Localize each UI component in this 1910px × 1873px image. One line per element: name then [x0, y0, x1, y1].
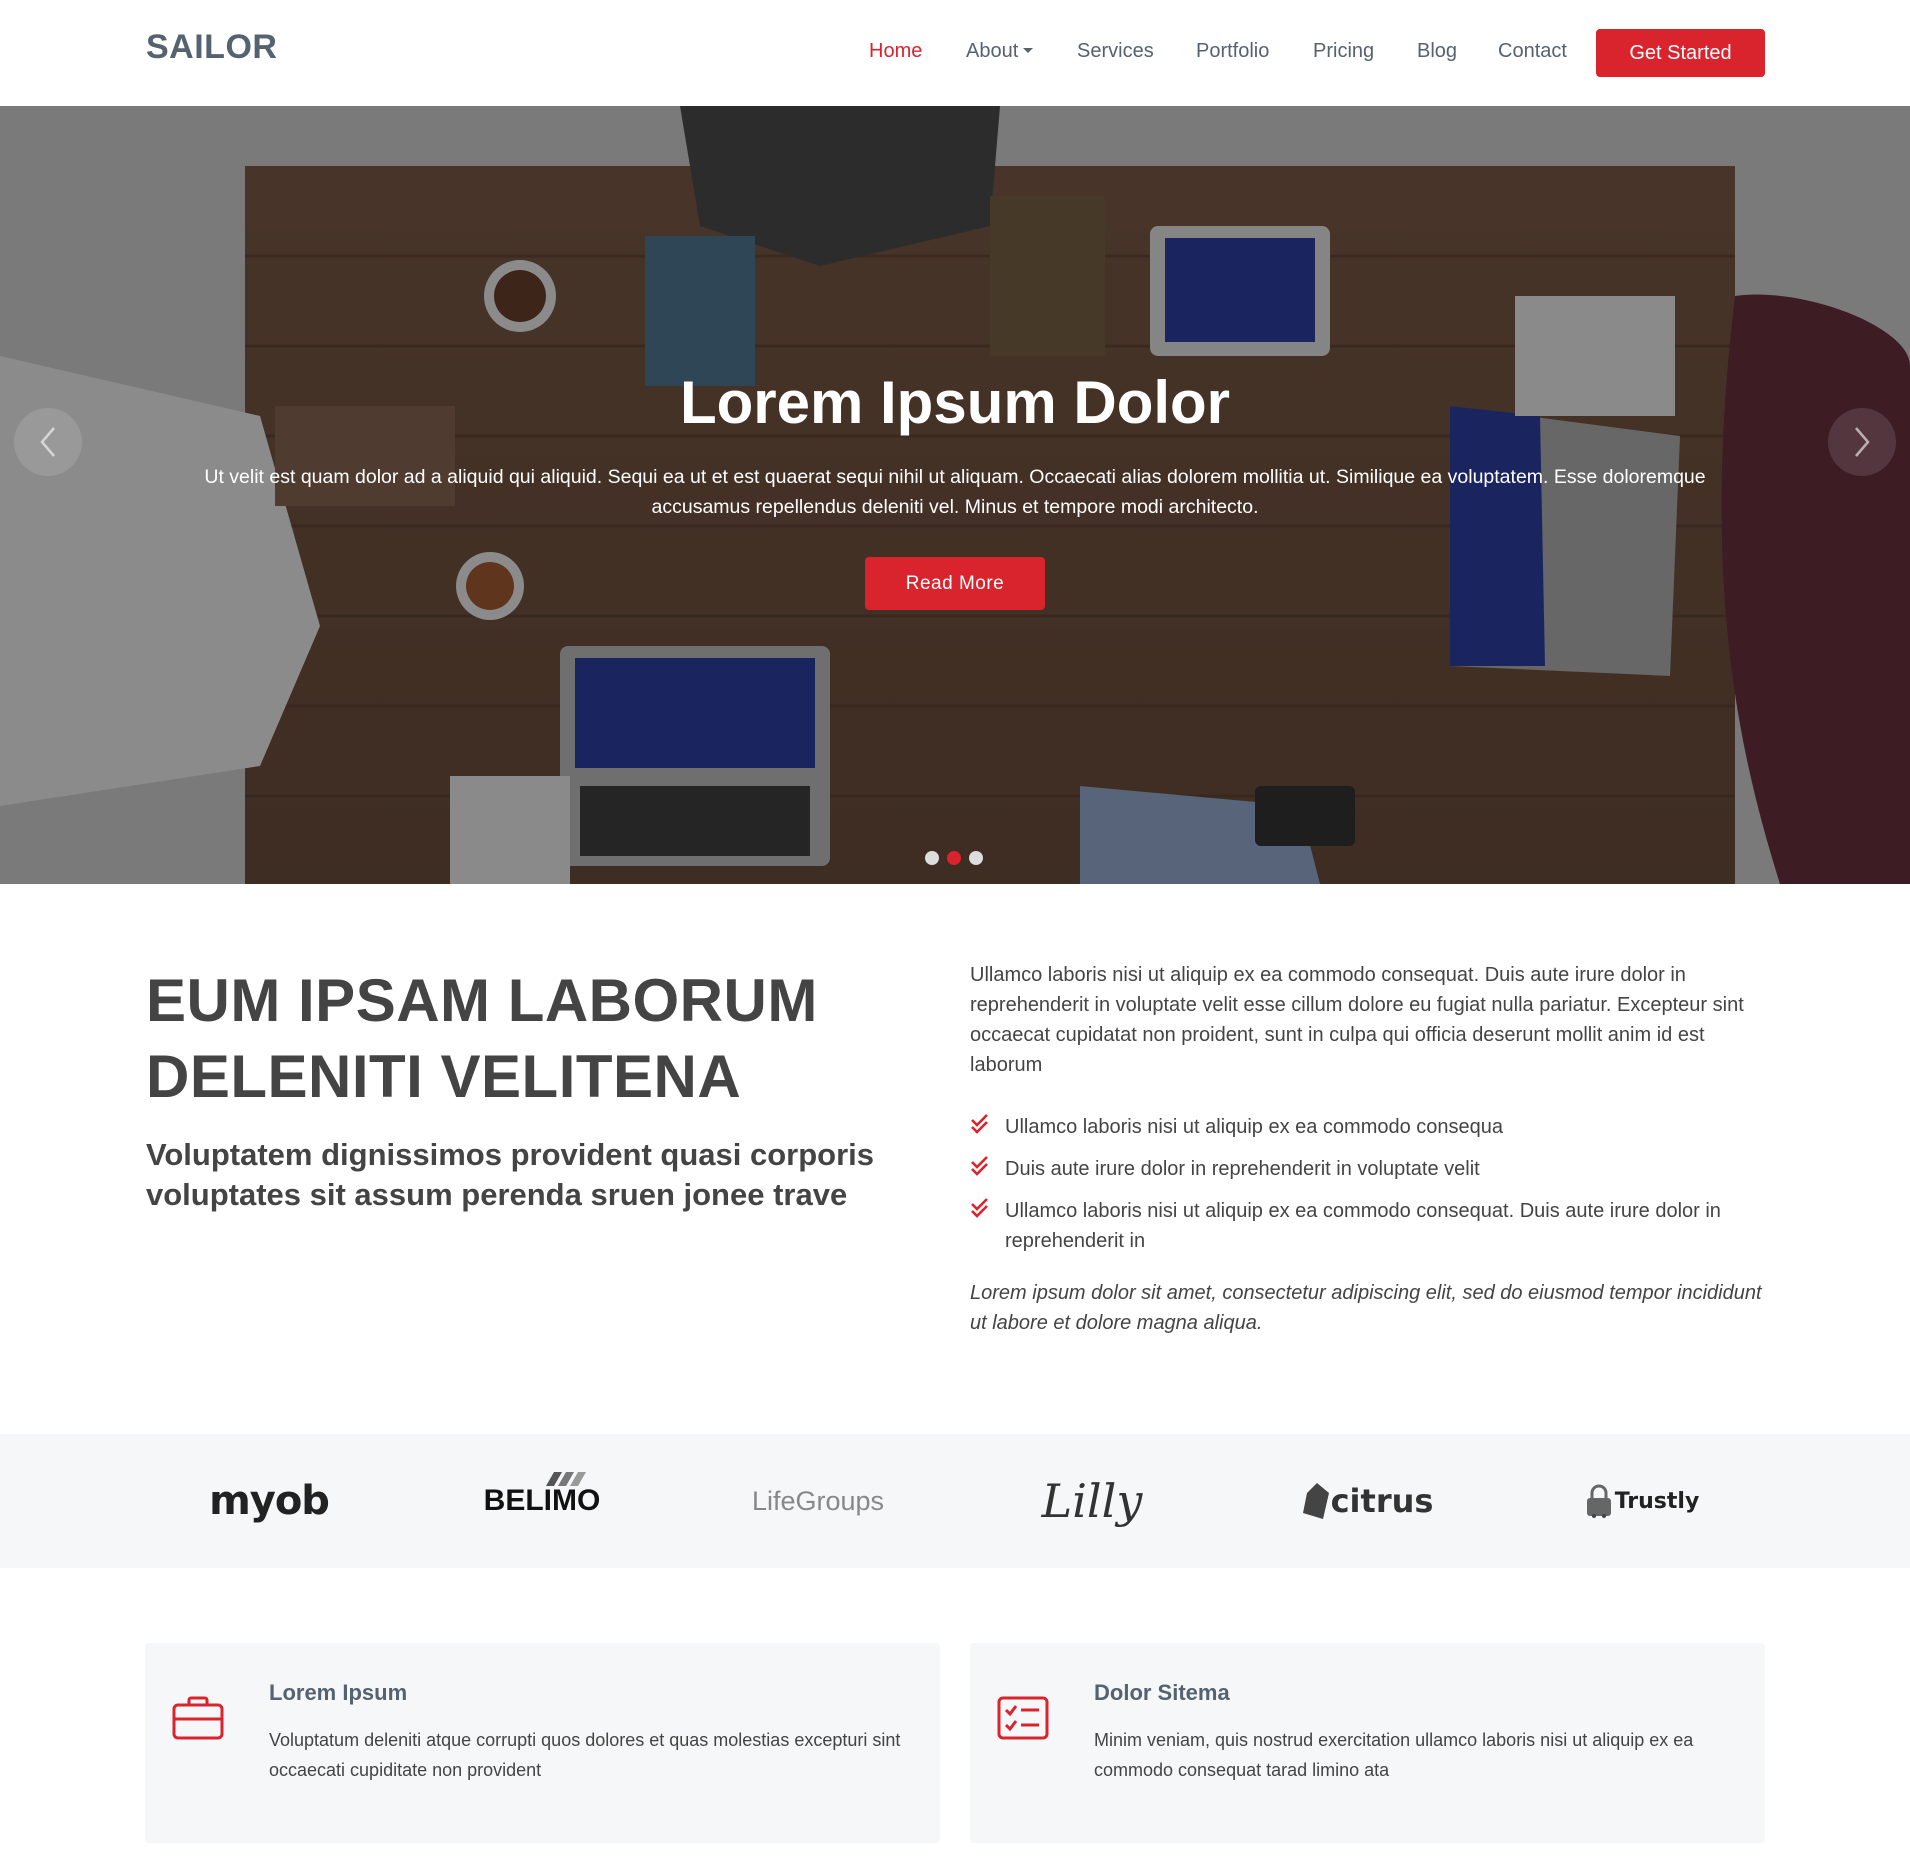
client-logo-lilly[interactable]: Lilly	[982, 1434, 1202, 1568]
service-card-title: Dolor Sitema	[1094, 1680, 1230, 1705]
nav-services[interactable]: Services	[1077, 40, 1154, 63]
client-logo-belimo[interactable]: BELIMO	[432, 1434, 652, 1568]
nav-about[interactable]: About	[966, 40, 1034, 63]
site-logo[interactable]: SAILOR	[146, 28, 277, 67]
service-card-title: Lorem Ipsum	[269, 1680, 408, 1705]
nav-pricing[interactable]: Pricing	[1313, 40, 1374, 63]
client-logo-lifegroups[interactable]: LifeGroups	[708, 1434, 928, 1568]
double-check-icon	[971, 1114, 988, 1134]
nav-blog[interactable]: Blog	[1417, 40, 1457, 63]
about-title: EUM IPSAM LABORUM DELENITI VELITENA	[146, 967, 818, 1110]
about-subtitle: Voluptatem dignissimos provident quasi c…	[146, 1137, 875, 1212]
belimo-mark-icon	[545, 1472, 586, 1486]
carousel-dot[interactable]	[925, 851, 939, 865]
client-logo-label: BELIMO	[483, 1484, 601, 1517]
hero-title: Lorem Ipsum Dolor	[679, 369, 1231, 436]
checklist-icon	[997, 1696, 1049, 1740]
site-header: SAILOR Home About Services Portfolio Pri…	[0, 0, 1910, 106]
carousel-indicators	[925, 851, 983, 865]
chevron-down-icon	[1023, 48, 1034, 53]
service-card-text: Voluptatum deleniti atque corrupti quos …	[269, 1730, 901, 1780]
client-logo-citrus[interactable]: citrus	[1258, 1434, 1478, 1568]
about-checklist: Ullamco laboris nisi ut aliquip ex ea co…	[970, 1112, 1770, 1268]
nav-portfolio[interactable]: Portfolio	[1196, 40, 1269, 63]
carousel-dot-active[interactable]	[947, 851, 961, 865]
service-card-text: Minim veniam, quis nostrud exercitation …	[1094, 1730, 1694, 1780]
list-item-text: Ullamco laboris nisi ut aliquip ex ea co…	[1005, 1116, 1504, 1138]
client-logo-myob[interactable]: myob	[159, 1434, 379, 1568]
list-item: Ullamco laboris nisi ut aliquip ex ea co…	[970, 1112, 1770, 1142]
double-check-icon	[971, 1198, 988, 1218]
clients-strip: myob BELIMO LifeGroups Lilly citrus Trus…	[0, 1434, 1910, 1568]
read-more-button[interactable]: Read More	[865, 557, 1045, 610]
citrus-mark-icon	[1302, 1483, 1329, 1519]
client-logo-text: Trustly	[1614, 1488, 1700, 1514]
client-logo-text: Lilly	[1041, 1474, 1143, 1528]
service-card[interactable]: Dolor Sitema Minim veniam, quis nostrud …	[970, 1643, 1765, 1843]
client-logo-text: BELIMO	[483, 1472, 601, 1518]
double-check-icon	[971, 1156, 988, 1176]
nav-about-label: About	[966, 40, 1019, 62]
chevron-right-icon	[1855, 427, 1870, 457]
carousel-dot[interactable]	[969, 851, 983, 865]
trustly-lock-icon	[1586, 1484, 1611, 1518]
about-paragraph: Ullamco laboris nisi ut aliquip ex ea co…	[970, 964, 1744, 1076]
carousel-next-button[interactable]	[1828, 408, 1896, 476]
hero-text: Ut velit est quam dolor ad a aliquid qui…	[204, 466, 1706, 518]
list-item: Ullamco laboris nisi ut aliquip ex ea co…	[970, 1196, 1770, 1256]
hero-carousel: Lorem Ipsum Dolor Ut velit est quam dolo…	[0, 106, 1910, 884]
chevron-left-icon	[40, 427, 55, 457]
nav-contact[interactable]: Contact	[1498, 40, 1567, 63]
client-logo-text: citrus	[1330, 1482, 1434, 1520]
list-item-text: Ullamco laboris nisi ut aliquip ex ea co…	[1005, 1200, 1721, 1252]
get-started-button[interactable]: Get Started	[1596, 29, 1765, 77]
list-item-text: Duis aute irure dolor in reprehenderit i…	[1005, 1158, 1480, 1180]
nav-home[interactable]: Home	[869, 40, 922, 63]
client-logo-text: LifeGroups	[751, 1485, 885, 1516]
client-logo-trustly[interactable]: Trustly	[1532, 1434, 1752, 1568]
about-italic-note: Lorem ipsum dolor sit amet, consectetur …	[970, 1282, 1762, 1334]
client-logo-text: myob	[209, 1478, 330, 1524]
briefcase-icon	[172, 1696, 224, 1740]
carousel-prev-button[interactable]	[14, 408, 82, 476]
list-item: Duis aute irure dolor in reprehenderit i…	[970, 1154, 1770, 1184]
service-card[interactable]: Lorem Ipsum Voluptatum deleniti atque co…	[145, 1643, 940, 1843]
